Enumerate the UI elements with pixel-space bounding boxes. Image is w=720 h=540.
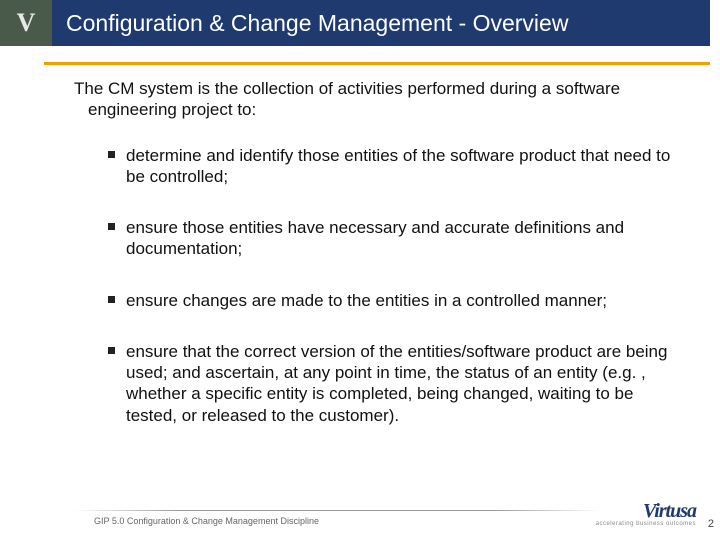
brand-tagline: accelerating business outcomes [596, 521, 696, 527]
footer-rule [74, 510, 600, 511]
list-item: ensure that the correct version of the e… [108, 341, 678, 426]
logo-letter: V [17, 8, 36, 38]
accent-line [44, 62, 710, 65]
footer-logo: Virtusa accelerating business outcomes [596, 500, 696, 527]
header: V Configuration & Change Management - Ov… [0, 0, 720, 46]
brand-name: Virtusa [643, 500, 696, 522]
list-item: ensure those entities have necessary and… [108, 217, 678, 260]
page-number: 2 [708, 518, 714, 530]
page-title: Configuration & Change Management - Over… [66, 10, 568, 37]
list-item: ensure changes are made to the entities … [108, 290, 678, 311]
bullet-list: determine and identify those entities of… [108, 145, 678, 426]
slide-body: The CM system is the collection of activ… [74, 78, 678, 426]
footer-text: GIP 5.0 Configuration & Change Managemen… [94, 516, 319, 526]
title-bar: Configuration & Change Management - Over… [52, 0, 710, 46]
list-item: determine and identify those entities of… [108, 145, 678, 188]
corner-logo: V [0, 0, 52, 46]
intro-text: The CM system is the collection of activ… [88, 78, 678, 121]
footer: GIP 5.0 Configuration & Change Managemen… [0, 508, 720, 534]
